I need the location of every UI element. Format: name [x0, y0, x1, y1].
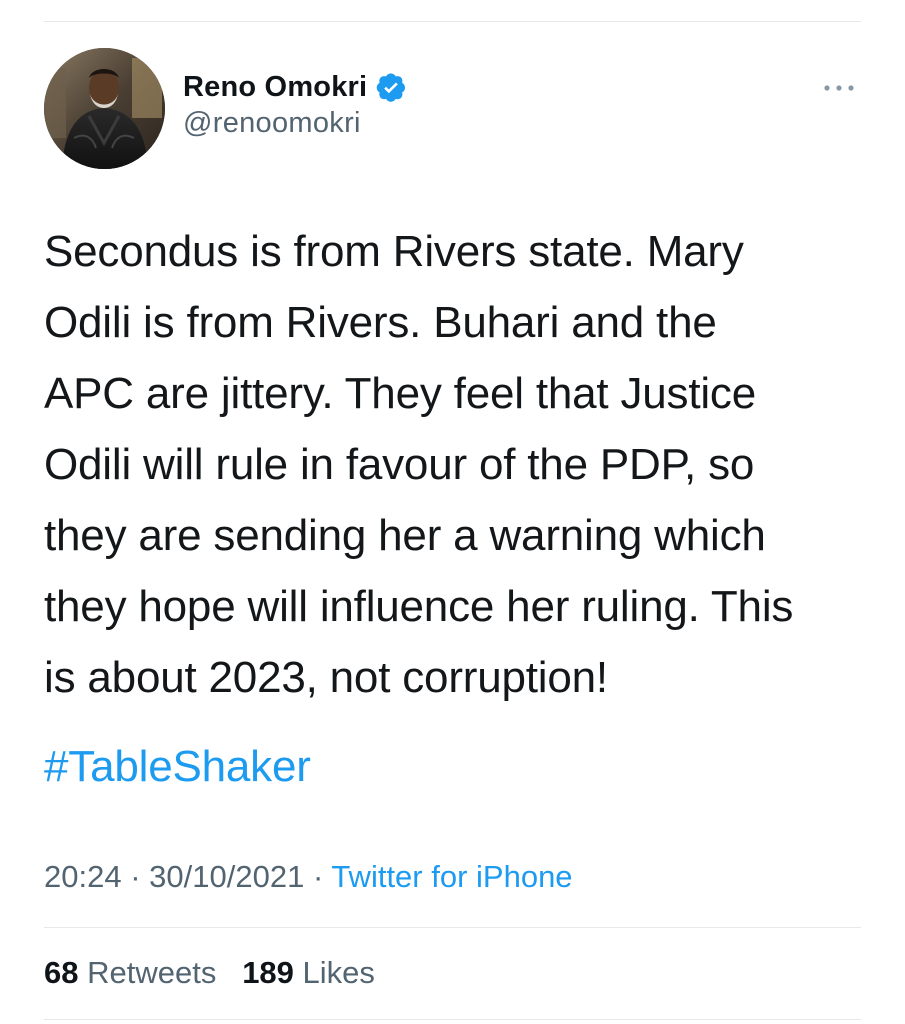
- retweets-count: 68: [44, 955, 79, 990]
- avatar-image: [44, 48, 165, 169]
- display-name[interactable]: Reno Omokri: [183, 71, 367, 104]
- tweet-meta: 20:24 · 30/10/2021 · Twitter for iPhone: [44, 855, 573, 899]
- meta-separator: ·: [312, 859, 324, 894]
- more-horizontal-icon[interactable]: [821, 78, 857, 98]
- meta-separator: ·: [130, 859, 141, 894]
- stats-divider-bottom: [44, 1019, 861, 1020]
- retweets-stat[interactable]: 68 Retweets: [44, 955, 216, 990]
- tweet-time[interactable]: 20:24: [44, 859, 122, 894]
- likes-count: 189: [242, 955, 294, 990]
- tweet-source-link[interactable]: Twitter for iPhone: [331, 859, 572, 894]
- likes-label: Likes: [302, 955, 375, 990]
- avatar[interactable]: [44, 48, 165, 169]
- verified-badge-icon: [375, 71, 407, 103]
- tweet-date[interactable]: 30/10/2021: [149, 859, 304, 894]
- stats-divider-top: [44, 927, 861, 928]
- top-divider: [44, 21, 861, 22]
- user-info: Reno Omokri @renoomokri: [183, 68, 407, 140]
- likes-stat[interactable]: 189 Likes: [242, 955, 375, 990]
- tweet-header: Reno Omokri @renoomokri: [44, 48, 861, 172]
- user-handle[interactable]: @renoomokri: [183, 107, 407, 140]
- retweets-label: Retweets: [87, 955, 217, 990]
- hashtag-link[interactable]: #TableShaker: [44, 731, 311, 802]
- name-row: Reno Omokri: [183, 68, 407, 106]
- tweet-text: Secondus is from Rivers state. Mary Odil…: [44, 227, 794, 702]
- tweet-stats: 68 Retweets 189 Likes: [44, 951, 375, 995]
